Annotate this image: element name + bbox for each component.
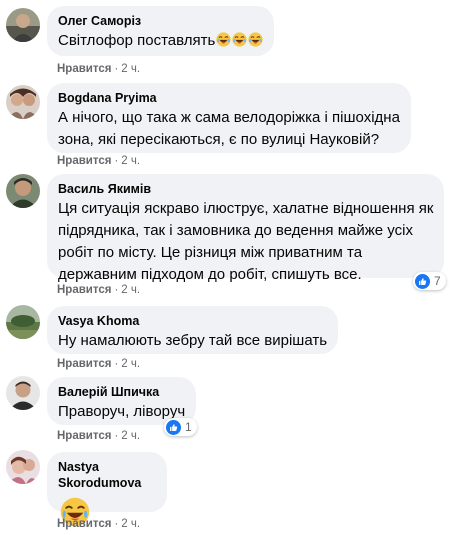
comment-meta: Нравится · 2 ч.: [57, 62, 140, 76]
separator-dot: ·: [114, 518, 119, 530]
reaction-count-badge[interactable]: 7: [413, 272, 446, 290]
avatar[interactable]: [6, 376, 40, 410]
like-link[interactable]: Нравится: [57, 358, 111, 370]
comment-bubble: Vasya Khoma Ну намалюють зебру тай все в…: [47, 306, 339, 354]
comment-meta: Нравится · 2 ч.: [57, 283, 140, 297]
comment-text-body: Світлофор поставлять: [58, 32, 216, 49]
like-reaction-icon: [415, 273, 430, 289]
like-link[interactable]: Нравится: [57, 430, 111, 442]
avatar[interactable]: [6, 85, 40, 119]
comment-time[interactable]: 2 ч.: [121, 155, 140, 167]
comment-bubble: Bogdana Pryima А нічого, що така ж сама …: [47, 83, 411, 153]
separator-dot: ·: [114, 63, 119, 75]
avatar[interactable]: [6, 450, 40, 484]
separator-dot: ·: [114, 155, 119, 167]
comment-time[interactable]: 2 ч.: [121, 518, 140, 530]
like-link[interactable]: Нравится: [57, 518, 111, 530]
like-link[interactable]: Нравится: [57, 155, 111, 167]
crying-laughing-face-icon: [216, 32, 231, 47]
comment-text-line: зона, які пересікаються, є по вулиці Нау…: [58, 131, 380, 148]
comment-text-line: робіт по місту. Це різниця між приватним…: [58, 244, 363, 261]
reaction-count: 7: [434, 274, 441, 288]
separator-dot: ·: [114, 430, 119, 442]
comment-author[interactable]: Василь Якимів: [58, 181, 433, 197]
separator-dot: ·: [114, 284, 119, 296]
avatar[interactable]: [6, 305, 40, 339]
comment-author[interactable]: Nastya Skorodumova: [58, 459, 156, 491]
comment-bubble: Олег Саморіз Світлофор поставлять: [47, 6, 275, 56]
comment-meta: Нравится · 2 ч.: [57, 517, 140, 531]
like-link[interactable]: Нравится: [57, 63, 111, 75]
reaction-count: 1: [185, 420, 192, 434]
separator-dot: ·: [114, 358, 119, 370]
comment-author[interactable]: Олег Саморіз: [58, 13, 263, 29]
comment-text: Світлофор поставлять: [58, 30, 263, 52]
comment-bubble: Василь Якимів Ця ситуація яскраво ілюстр…: [47, 174, 445, 283]
comment-author[interactable]: Валерій Шпичка: [58, 384, 185, 400]
comment-meta: Нравится · 2 ч.: [57, 429, 140, 443]
comment-bubble: Nastya Skorodumova: [47, 452, 167, 512]
comment-time[interactable]: 2 ч.: [121, 358, 140, 370]
comment-text: Ну намалюють зебру тай все вирішать: [58, 332, 328, 349]
comment-meta: Нравится · 2 ч.: [57, 154, 140, 168]
comment-time[interactable]: 2 ч.: [121, 284, 140, 296]
crying-laughing-face-icon: [248, 32, 263, 47]
like-reaction-icon: [166, 419, 181, 435]
avatar[interactable]: [6, 174, 40, 208]
avatar[interactable]: [6, 8, 40, 42]
crying-laughing-face-icon: [232, 32, 247, 47]
comment-text-line: Ця ситуація яскраво ілюструє, халатне ві…: [58, 200, 434, 217]
like-link[interactable]: Нравится: [57, 284, 111, 296]
comment-author[interactable]: Vasya Khoma: [58, 313, 327, 329]
comment-time[interactable]: 2 ч.: [121, 63, 140, 75]
comment-time[interactable]: 2 ч.: [121, 430, 140, 442]
reaction-count-badge[interactable]: 1: [164, 418, 197, 436]
comment-text-line: підрядника, так і замовника до ведення м…: [58, 222, 413, 239]
comment-meta: Нравится · 2 ч.: [57, 357, 140, 371]
comment-author[interactable]: Bogdana Pryima: [58, 90, 400, 106]
comment-text-line: А нічого, що така ж сама велодоріжка і п…: [58, 109, 400, 126]
